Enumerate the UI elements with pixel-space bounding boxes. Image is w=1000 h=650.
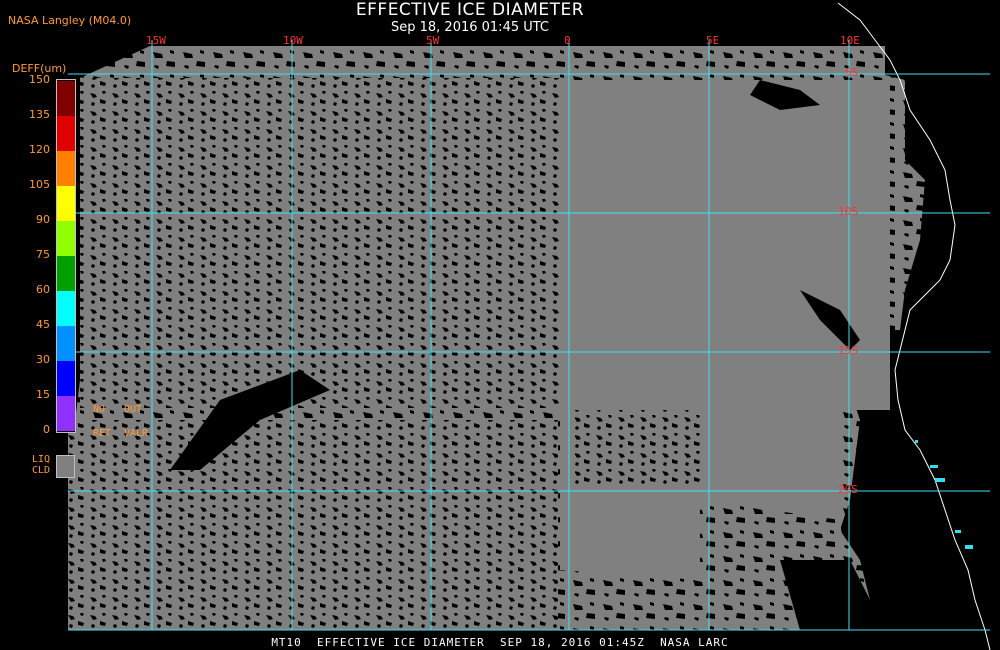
lat-label-20s: 20S — [838, 483, 858, 496]
no-ret-label-line2: RET — [93, 428, 112, 439]
color-bar-tick-label: 120 — [29, 143, 50, 156]
footer-caption: MT10 EFFECTIVE ICE DIAMETER SEP 18, 2016… — [271, 636, 729, 649]
liquid-cloud-field — [68, 46, 925, 630]
color-bar-segment — [57, 361, 75, 396]
color-bar-segment — [57, 186, 75, 221]
out-valr-label-line1: OUT — [124, 404, 143, 415]
lat-label-15s: 15S — [838, 344, 858, 357]
lon-label-10e: 10E — [840, 34, 860, 47]
lon-label-5w: 5W — [426, 34, 440, 47]
satellite-map — [68, 2, 991, 650]
color-bar-segment — [57, 256, 75, 291]
color-bar-tick-label: 0 — [43, 423, 50, 436]
lat-label-5s: 5S — [845, 66, 859, 79]
lon-label-0: 0 — [564, 34, 571, 47]
color-bar-segment — [57, 221, 75, 256]
color-bar-tick-label: 150 — [29, 73, 50, 86]
color-bar-tick-label: 60 — [36, 283, 50, 296]
liq-cld-label-line2: CLD — [32, 465, 51, 476]
color-bar-tick-label: 75 — [36, 248, 50, 261]
color-bar-tick-label: 30 — [36, 353, 50, 366]
liquid-cloud-swatch — [56, 455, 75, 478]
color-bar-tick-label: 15 — [36, 388, 50, 401]
color-bar-tick-label: 135 — [29, 108, 50, 121]
color-bar-tick-label: 105 — [29, 178, 50, 191]
map-title: EFFECTIVE ICE DIAMETER — [355, 0, 585, 20]
color-bar-segment — [57, 116, 75, 151]
lon-label-15w: 15W — [146, 34, 166, 47]
color-bar-segment — [57, 81, 75, 116]
color-bar-tick-label: 90 — [36, 213, 50, 226]
color-bar-segment — [57, 151, 75, 186]
provider-label: NASA Langley (M04.0) — [8, 14, 132, 27]
liq-cld-label-line1: LIQ — [32, 454, 51, 465]
map-timestamp: Sep 18, 2016 01:45 UTC — [390, 20, 550, 35]
color-bar — [56, 79, 76, 433]
color-bar-tick-label: 45 — [36, 318, 50, 331]
no-ret-label-line1: NO — [93, 404, 106, 415]
out-valr-label-line2: VALR — [124, 428, 149, 439]
lon-label-10w: 10W — [283, 34, 303, 47]
color-bar-segment — [57, 291, 75, 326]
lat-label-10s: 10S — [838, 205, 858, 218]
color-bar-segment — [57, 396, 75, 431]
lon-label-5e: 5E — [706, 34, 720, 47]
color-bar-segment — [57, 326, 75, 361]
